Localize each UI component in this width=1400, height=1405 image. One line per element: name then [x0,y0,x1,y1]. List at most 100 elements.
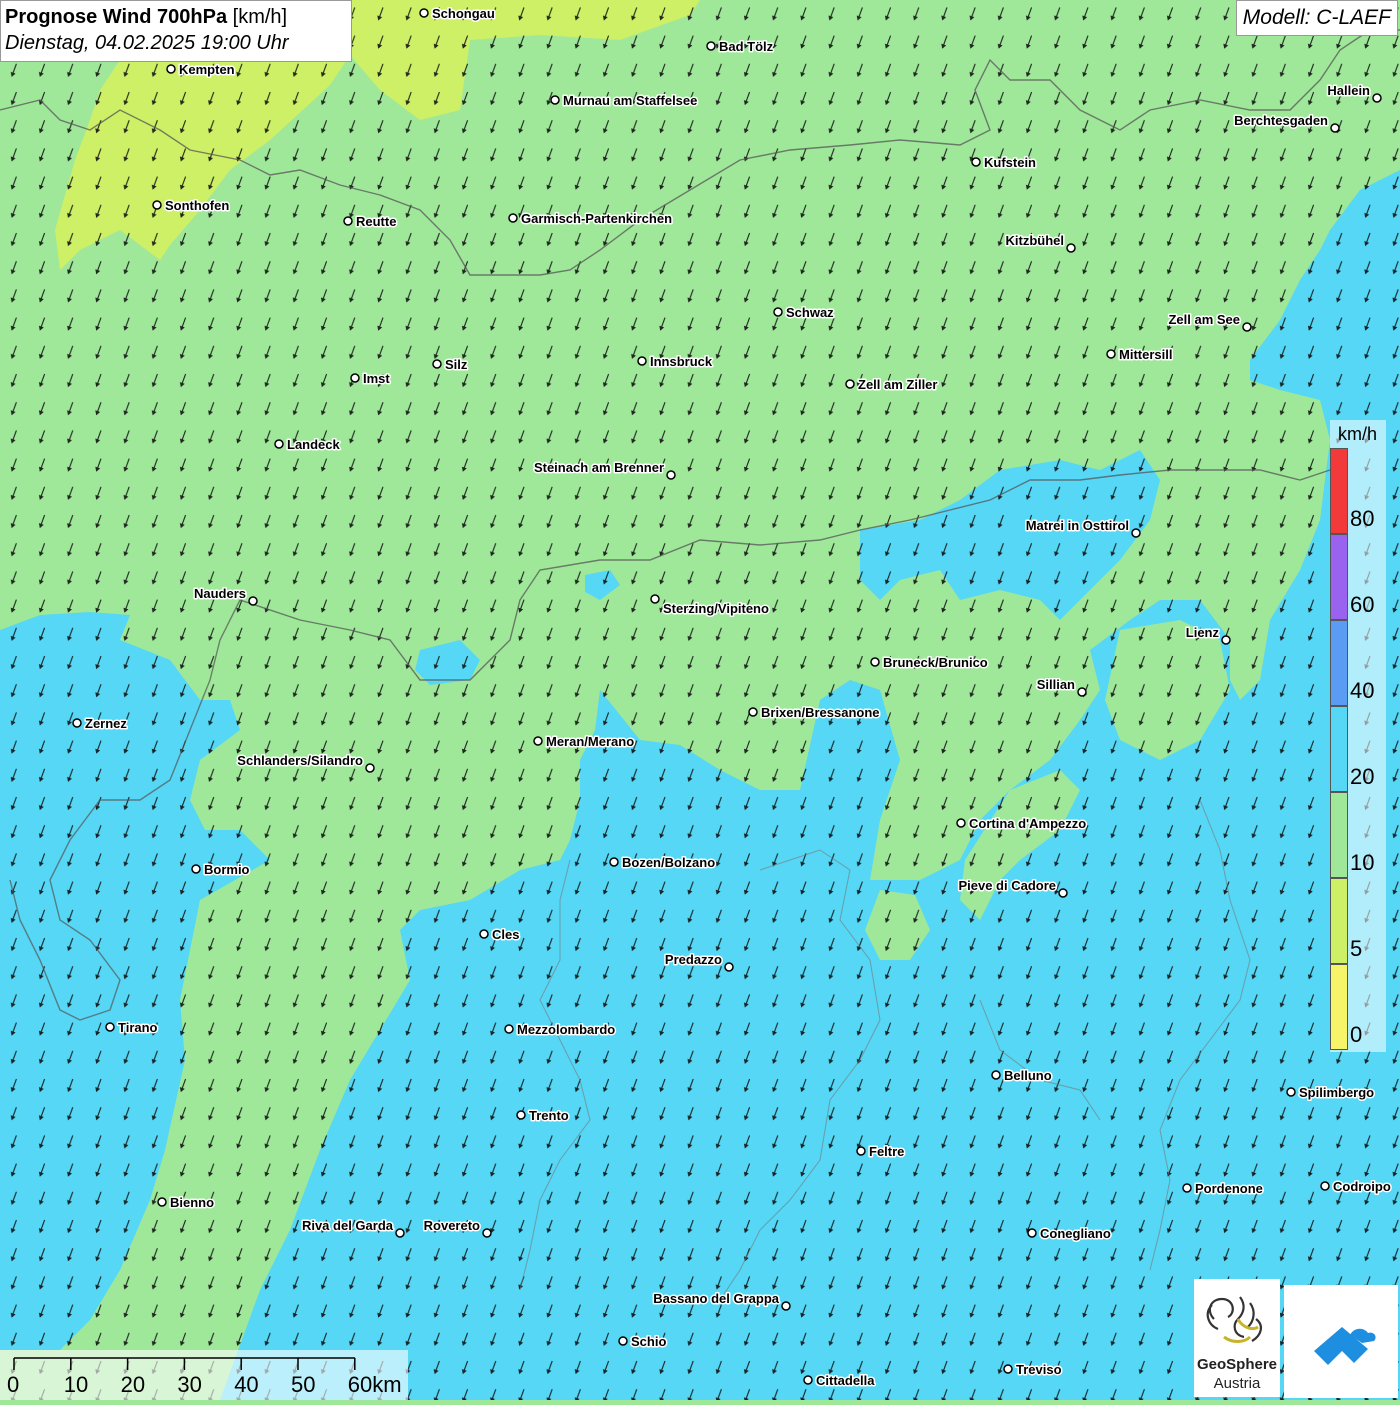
city-marker[interactable]: Bruneck/Brunico [870,654,989,672]
city-marker[interactable]: Brixen/Bressanone [748,704,881,722]
city-label: Zernez [85,716,127,731]
city-marker[interactable]: Bozen/Bolzano [609,854,717,872]
city-dot [773,307,783,317]
geosphere-logo[interactable]: GeoSphere Austria [1194,1279,1280,1397]
legend-label: 10 [1350,850,1375,875]
city-marker[interactable]: Mezzolombardo [504,1021,617,1039]
city-label: Lienz [1186,625,1220,640]
city-dot [666,470,676,480]
city-label: Bormio [204,862,250,877]
city-label: Cortina d'Ampezzo [969,816,1086,831]
city-marker[interactable]: Conegliano [1027,1225,1112,1243]
city-dot [533,736,543,746]
city-label: Spilimbergo [1299,1085,1374,1100]
city-marker[interactable]: Murnau am Staffelsee [550,92,699,110]
city-label: Garmisch-Partenkirchen [521,211,672,226]
city-label: Landeck [287,437,341,452]
city-label: Schwaz [786,305,834,320]
city-dot [508,213,518,223]
city-dot [845,379,855,389]
city-dot [516,1110,526,1120]
city-label: Feltre [869,1144,904,1159]
city-label: Zell am See [1168,312,1240,327]
wind-map[interactable]: Schongau Kempten Bad Tölz Murnau am Staffel… [0,0,1400,1400]
title-box: Prognose Wind 700hPa [km/h] Dienstag, 04… [0,0,352,62]
city-marker[interactable]: Cortina d'Ampezzo [956,815,1088,833]
city-dot [1131,528,1141,538]
city-dot [856,1146,866,1156]
city-label: Silz [445,357,468,372]
city-dot [1003,1364,1013,1374]
city-marker[interactable]: Garmisch-Partenkirchen [508,210,674,228]
city-label: Murnau am Staffelsee [563,93,697,108]
legend-swatch [1330,448,1348,534]
geosphere-sub: Austria [1213,1375,1261,1392]
city-marker[interactable]: Spilimbergo [1286,1084,1376,1102]
app-logo[interactable] [1284,1285,1398,1398]
city-dot [248,596,258,606]
city-label: Brixen/Bressanone [761,705,880,720]
city-marker[interactable]: Sonthofen [152,197,231,215]
city-dot [637,356,647,366]
legend-unit: km/h [1338,424,1378,444]
city-dot [724,962,734,972]
city-dot [1058,888,1068,898]
city-dot [991,1070,1001,1080]
geosphere-name: GeoSphere [1196,1356,1278,1373]
city-dot [152,200,162,210]
city-marker[interactable]: Meran/Merano [533,733,636,751]
city-label: Kempten [179,62,235,77]
scale-label: 0 [7,1372,20,1397]
city-label: Bassano del Grappa [653,1291,779,1306]
city-label: Reutte [356,214,396,229]
title-unit: [km/h] [232,6,288,28]
city-label: Trento [529,1108,569,1123]
city-dot [365,763,375,773]
scale-label: 20 [120,1372,146,1397]
city-marker[interactable]: Zell am Ziller [845,376,939,394]
legend-swatch [1330,878,1348,964]
city-label: Mittersill [1119,347,1172,362]
city-dot [609,857,619,867]
city-dot [1320,1181,1330,1191]
city-dot [803,1375,813,1385]
city-marker[interactable]: Innsbruck [637,353,714,371]
city-label: Imst [363,371,390,386]
city-label: Cles [492,927,519,942]
legend-label: 40 [1350,678,1375,703]
city-dot [870,657,880,667]
city-dot [504,1024,514,1034]
legend-swatch [1330,706,1348,792]
city-dot [1286,1087,1296,1097]
forecast-datetime: Dienstag, 04.02.2025 19:00 Uhr [5,32,289,54]
city-dot [1330,123,1340,133]
city-marker[interactable]: Pordenone [1182,1180,1264,1198]
geosphere-icon [1206,1296,1262,1343]
city-dot [956,818,966,828]
color-legend: km/h 0 5 10 20 40 60 80 [1330,420,1386,1052]
city-dot [1372,93,1382,103]
city-label: Mezzolombardo [517,1022,615,1037]
legend-swatch [1330,620,1348,706]
city-label: Bienno [170,1195,214,1210]
legend-swatch [1330,534,1348,620]
city-dot [971,157,981,167]
city-label: Hallein [1327,83,1370,98]
city-dot [550,95,560,105]
city-dot [343,216,353,226]
city-dot [1077,687,1087,697]
scale-label: 30 [177,1372,202,1397]
city-label: Rovereto [424,1218,480,1233]
scale-label: 60km [347,1372,402,1397]
city-dot [395,1228,405,1238]
city-marker[interactable]: Schongau [419,5,496,23]
city-dot [432,359,442,369]
scale-label: 50 [291,1372,316,1397]
map-title: Prognose Wind 700hPa [km/h] [5,6,288,28]
city-label: Bad Tölz [719,39,774,54]
model-label: Modell: C-LAEF [1235,0,1398,36]
legend-label: 20 [1350,764,1375,789]
city-label: Bozen/Bolzano [622,855,715,870]
city-label: Kufstein [984,155,1036,170]
scale-label: 40 [234,1372,259,1397]
